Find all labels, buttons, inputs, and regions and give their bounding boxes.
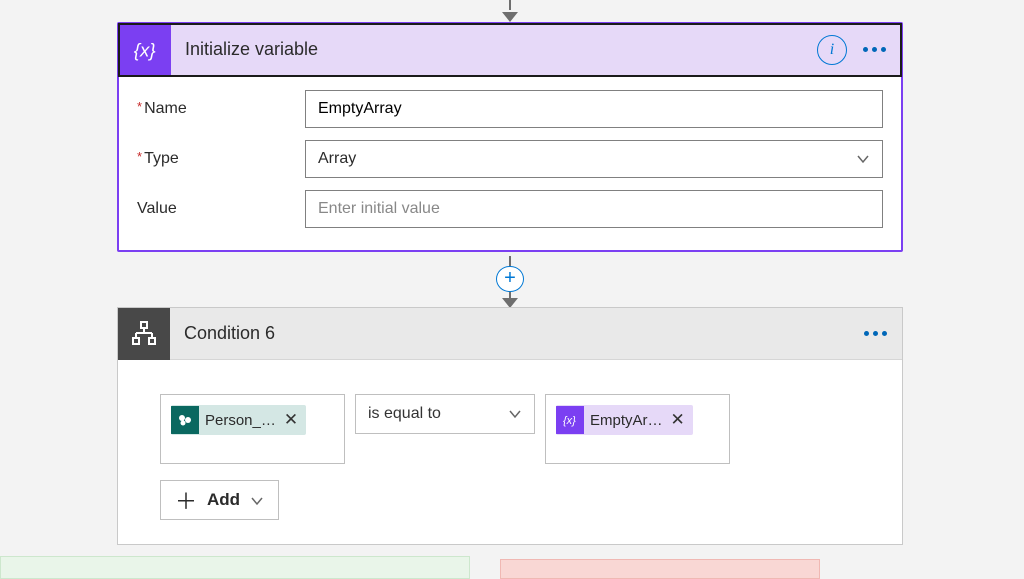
flow-arrow-in xyxy=(500,0,520,22)
condition-operator-select[interactable]: is equal to xyxy=(355,394,535,434)
initialize-variable-card: {x} Initialize variable i *Name *Type Ar… xyxy=(117,22,903,252)
card-title: Initialize variable xyxy=(171,39,817,60)
condition-body: Person_… ✕ is equal to {x} EmptyAr… ✕ xyxy=(118,360,902,544)
variable-icon: {x} xyxy=(119,24,171,76)
flow-connector: + xyxy=(496,256,524,308)
name-label: *Name xyxy=(137,100,305,118)
type-label: *Type xyxy=(137,150,305,168)
svg-text:{x}: {x} xyxy=(134,39,156,60)
variable-token[interactable]: {x} EmptyAr… ✕ xyxy=(556,405,693,435)
info-icon[interactable]: i xyxy=(817,35,847,65)
card-title: Condition 6 xyxy=(170,323,858,344)
value-input[interactable] xyxy=(305,190,883,228)
svg-text:{x}: {x} xyxy=(563,415,576,427)
condition-card: Condition 6 Person_… ✕ xyxy=(117,307,903,545)
value-label: Value xyxy=(137,200,305,218)
condition-left-operand[interactable]: Person_… ✕ xyxy=(160,394,345,464)
if-no-branch-hint xyxy=(500,559,820,579)
remove-token-icon[interactable]: ✕ xyxy=(284,410,298,430)
card-menu-button[interactable] xyxy=(857,35,891,65)
chevron-down-icon xyxy=(508,407,522,421)
sharepoint-token[interactable]: Person_… ✕ xyxy=(171,405,306,435)
condition-right-operand[interactable]: {x} EmptyAr… ✕ xyxy=(545,394,730,464)
initialize-variable-header[interactable]: {x} Initialize variable i xyxy=(119,24,901,76)
initialize-variable-body: *Name *Type Array Value xyxy=(119,76,901,250)
add-step-button[interactable]: + xyxy=(496,266,524,293)
chevron-down-icon xyxy=(856,152,870,166)
plus-icon: ＋ xyxy=(175,484,197,516)
variable-icon: {x} xyxy=(556,406,584,434)
name-input[interactable] xyxy=(305,90,883,128)
condition-icon xyxy=(118,308,170,360)
remove-token-icon[interactable]: ✕ xyxy=(671,410,685,430)
condition-header[interactable]: Condition 6 xyxy=(118,308,902,360)
card-menu-button[interactable] xyxy=(858,319,892,349)
chevron-down-icon xyxy=(250,493,264,507)
add-condition-button[interactable]: ＋ Add xyxy=(160,480,279,520)
type-select[interactable]: Array xyxy=(305,140,883,178)
sharepoint-icon xyxy=(171,406,199,434)
if-yes-branch-hint xyxy=(0,556,470,579)
